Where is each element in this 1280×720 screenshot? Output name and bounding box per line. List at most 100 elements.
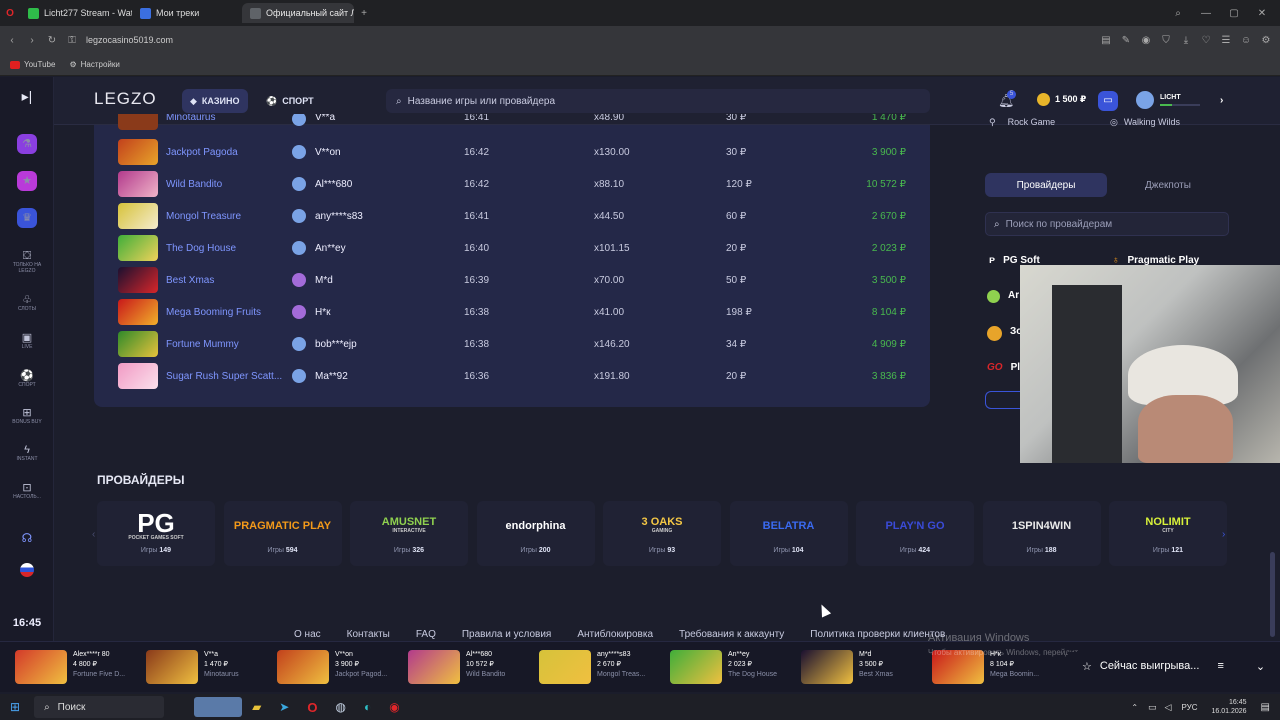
language-indicator[interactable]: РУС [1181,703,1197,712]
edge-icon[interactable]: ◐ [364,700,371,714]
game-search-input[interactable]: ⌕ Название игры или провайдера [386,89,930,113]
game-name-link[interactable]: Mega Booming Fruits [166,307,261,318]
game-name-link[interactable]: Best Xmas [166,275,214,286]
forward-icon[interactable]: › [22,35,42,46]
support-icon[interactable]: ☊ [0,532,54,544]
file-explorer-icon[interactable]: ▰ [252,700,261,714]
balance-display[interactable]: 1 500 ₽ [1037,93,1086,106]
bookmark-settings[interactable]: ⚙ Настройки [69,60,119,69]
profile-icon[interactable]: ☺ [1236,35,1256,46]
game-thumbnail[interactable] [118,363,158,389]
notifications-button[interactable]: 🔔︎ 5 [998,90,1016,109]
browser-tab[interactable]: Licht277 Stream - Watch [20,3,132,23]
notifications-tray-icon[interactable]: ▤ [1261,702,1270,713]
provider-item-amusnet[interactable]: Ar [987,290,1019,303]
provider-card[interactable]: 1SPIN4WIN Игры 188 [982,501,1101,566]
provider-card[interactable]: BELATRA Игры 104 [729,501,848,566]
site-logo[interactable]: LEGZO [94,89,157,109]
winning-now-panel[interactable]: ☆ Сейчас выигрыва... ≡ ⌄ [1068,652,1266,680]
taskbar-search[interactable]: ⌕ Поиск [34,696,165,718]
close-window-icon[interactable]: ✕ [1252,8,1272,19]
sidebar-quick-2[interactable]: ★ [0,171,54,191]
game-name-link[interactable]: The Dog House [166,243,236,254]
nav-casino-button[interactable]: ◆ КАЗИНО [182,89,248,113]
telegram-icon[interactable]: ➤ [279,700,289,714]
reload-icon[interactable]: ↻ [42,35,62,46]
heart-icon[interactable]: ♡ [1196,35,1216,46]
camera-icon[interactable]: ◉ [1136,35,1156,46]
game-name-link[interactable]: Jackpot Pagoda [166,147,238,158]
opera-icon[interactable]: O [307,700,317,715]
provider-card[interactable]: AMUSNET INTERACTIVE Игры 326 [350,501,468,566]
table-row[interactable]: The Dog House An**ey 16:40 x101.15 20 ₽ 2 023… [94,232,930,264]
lock-icon[interactable]: ⚿ [62,35,82,46]
browser-tab-active[interactable]: Официальный сайт Лего [242,3,354,23]
network-icon[interactable]: ▭ [1148,702,1157,713]
table-row[interactable]: Minotaurus V**a 16:41 x48.90 30 ₽ 1 470 … [94,114,930,130]
provider-card[interactable]: PG POCKET GAMES SOFT Игры 149 [97,501,215,566]
carousel-next-button[interactable]: › [1222,529,1225,540]
taskbar-clock[interactable]: 16:45 16.01.2026 [1212,698,1247,716]
game-name-link[interactable]: Wild Bandito [166,179,222,190]
nav-sport-button[interactable]: ⚽ СПОРТ [258,89,322,113]
bookmark-youtube[interactable]: YouTube [10,60,55,69]
screenshot-icon[interactable]: ✎ [1116,35,1136,46]
table-row[interactable]: Wild Bandito Al***680 16:42 x88.10 120 ₽ 10 5… [94,168,930,200]
new-tab-button[interactable]: + [354,8,374,19]
browser-tab[interactable]: Мои треки [132,3,242,23]
sidebar-item-sport[interactable]: ⚽ СПОРТ [0,371,54,389]
game-thumbnail[interactable] [118,203,158,229]
game-thumbnail[interactable] [118,267,158,293]
windows-start-icon[interactable]: ⊞ [10,700,20,714]
table-row[interactable]: Jackpot Pagoda V**on 16:42 x130.00 30 ₽ 3 900… [94,136,930,168]
ticker-win-item[interactable]: V**on 3 900 ₽ Jackpot Pagod... [277,650,401,686]
sidebar-item-slots[interactable]: ♧ СЛОТЫ [0,295,54,313]
provider-card[interactable]: PLAY'N GO Игры 424 [856,501,974,566]
user-profile[interactable]: LICHT › [1136,91,1223,109]
tab-providers[interactable]: Провайдеры [985,173,1107,197]
tray-chevron-icon[interactable]: ⌃ [1131,703,1138,712]
ticker-win-item[interactable]: V**a 1 470 ₽ Minotaurus [146,650,270,686]
sidebar-item-exclusive[interactable]: ⛋ ТОЛЬКО НА LEGZO [0,251,54,275]
sidebar-quick-1[interactable]: ⚗ [0,134,54,154]
table-row[interactable]: Best Xmas M*d 16:39 x70.00 50 ₽ 3 500 ₽ [94,264,930,296]
shield-icon[interactable]: ⛉ [1156,35,1176,46]
footer-link[interactable]: Контакты [347,629,390,640]
settings-icon[interactable]: ⚙ [1256,35,1276,46]
opera-logo-icon[interactable]: O [0,8,20,19]
sidebar-item-bonus-buy[interactable]: ⊞ BONUS BUY [0,408,54,426]
footer-link[interactable]: Политика проверки клиентов [810,629,945,640]
game-name-link[interactable]: Mongol Treasure [166,211,241,222]
sidebar-expand-button[interactable]: ▸| [0,89,54,103]
menu-icon[interactable]: ☰ [1216,35,1236,46]
table-row[interactable]: Fortune Mummy bob***ejp 16:38 x146.20 34 ₽ 4 … [94,328,930,360]
volume-icon[interactable]: ◁ [1165,702,1172,713]
provider-search-input[interactable]: ⌕ Поиск по провайдерам [985,212,1229,236]
game-thumbnail[interactable] [118,139,158,165]
provider-card[interactable]: NOLIMIT CITY Игры 121 [1109,501,1227,566]
ticker-win-item[interactable]: Alex****r 80 4 800 ₽ Fortune Five D... [15,650,139,686]
ticker-win-item[interactable]: An**ey 2 023 ₽ The Dog House [670,650,794,686]
footer-link[interactable]: Правила и условия [462,629,551,640]
search-tabs-icon[interactable]: ⌕ [1168,8,1188,19]
ticker-win-item[interactable]: Al***680 10 572 ₽ Wild Bandito [408,650,532,686]
provider-card[interactable]: endorphina Игры 200 [476,501,595,566]
provider-card[interactable]: 3 OAKS GAMING Игры 93 [603,501,721,566]
sidebar-item-table[interactable]: ⊡ НАСТОЛЬ... [0,483,54,501]
ticker-win-item[interactable]: M*d 3 500 ₽ Best Xmas [801,650,925,686]
sidebar-item-instant[interactable]: ϟ INSTANT [0,445,54,463]
table-row[interactable]: Mongol Treasure any****s83 16:41 x44.50 60 ₽… [94,200,930,232]
minimize-icon[interactable]: — [1196,8,1216,19]
sidebar-quick-3[interactable]: ♛ [0,208,54,228]
provider-card[interactable]: PRAGMATIC PLAY Игры 594 [223,501,342,566]
language-flag-icon[interactable] [0,563,54,577]
back-icon[interactable]: ‹ [2,35,22,46]
maximize-icon[interactable]: ▢ [1224,8,1244,19]
game-thumbnail[interactable] [118,171,158,197]
taskbar-widget-icon[interactable] [194,697,243,717]
url-field[interactable]: legzocasino5019.com [86,35,173,45]
sidebar-item-live[interactable]: ▣ LIVE [0,333,54,351]
tab-jackpots[interactable]: Джекпоты [1110,173,1226,197]
footer-link[interactable]: FAQ [416,629,436,640]
game-name-link[interactable]: Fortune Mummy [166,339,239,350]
